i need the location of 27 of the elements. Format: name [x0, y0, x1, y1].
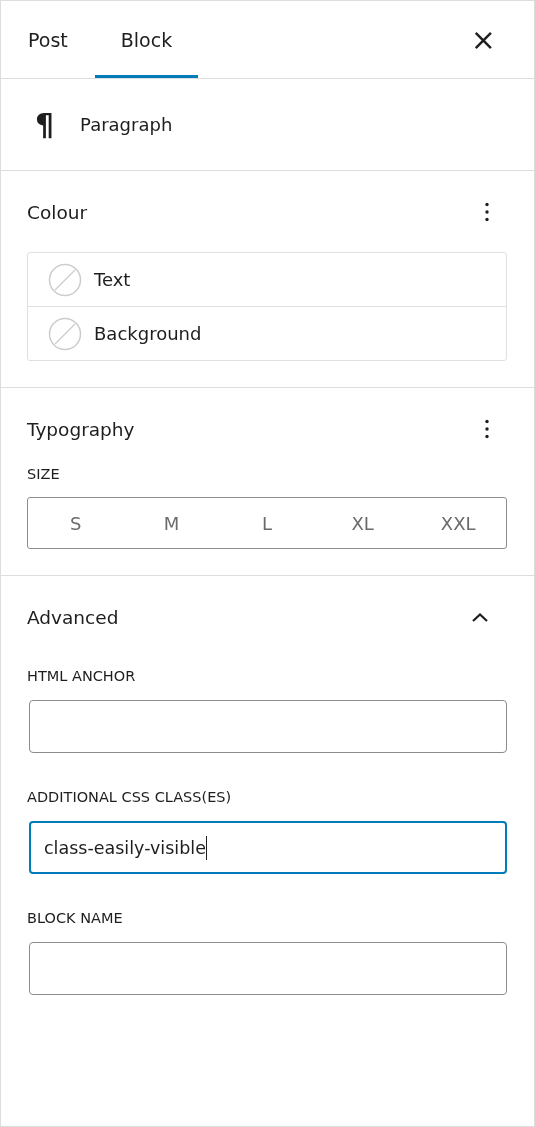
- colour-option[interactable]: Background: [28, 306, 506, 360]
- field-label: BLOCK NAME: [27, 910, 124, 926]
- size-option[interactable]: S: [28, 498, 124, 548]
- field-label: SIZE: [27, 466, 61, 482]
- close-button[interactable]: ×: [462, 1, 504, 78]
- size-option[interactable]: XL: [314, 498, 411, 548]
- section-title: Advanced: [27, 606, 119, 628]
- block-name: Paragraph: [80, 114, 173, 135]
- size-option[interactable]: L: [219, 498, 315, 548]
- tab[interactable]: Block: [94, 1, 199, 78]
- field-label: ADDITIONAL CSS CLASS(ES): [27, 789, 233, 805]
- size-option[interactable]: M: [123, 498, 220, 548]
- more-options-icon[interactable]: [485, 202, 489, 222]
- chevron-up-icon[interactable]: [471, 611, 489, 623]
- colour-option[interactable]: Text: [28, 253, 506, 306]
- input-field[interactable]: [29, 942, 507, 995]
- tab[interactable]: Post: [2, 1, 94, 78]
- input-field[interactable]: class-easily-visible: [29, 821, 507, 874]
- field-label: HTML ANCHOR: [27, 668, 137, 684]
- input-field[interactable]: [29, 700, 507, 753]
- no-colour-swatch-icon: [48, 262, 82, 297]
- section-title: Typography: [27, 418, 135, 440]
- section-title: Colour: [27, 201, 88, 223]
- paragraph-icon: ¶: [35, 107, 55, 142]
- size-option[interactable]: XXL: [410, 498, 506, 548]
- no-colour-swatch-icon: [48, 316, 82, 351]
- more-options-icon[interactable]: [485, 419, 489, 439]
